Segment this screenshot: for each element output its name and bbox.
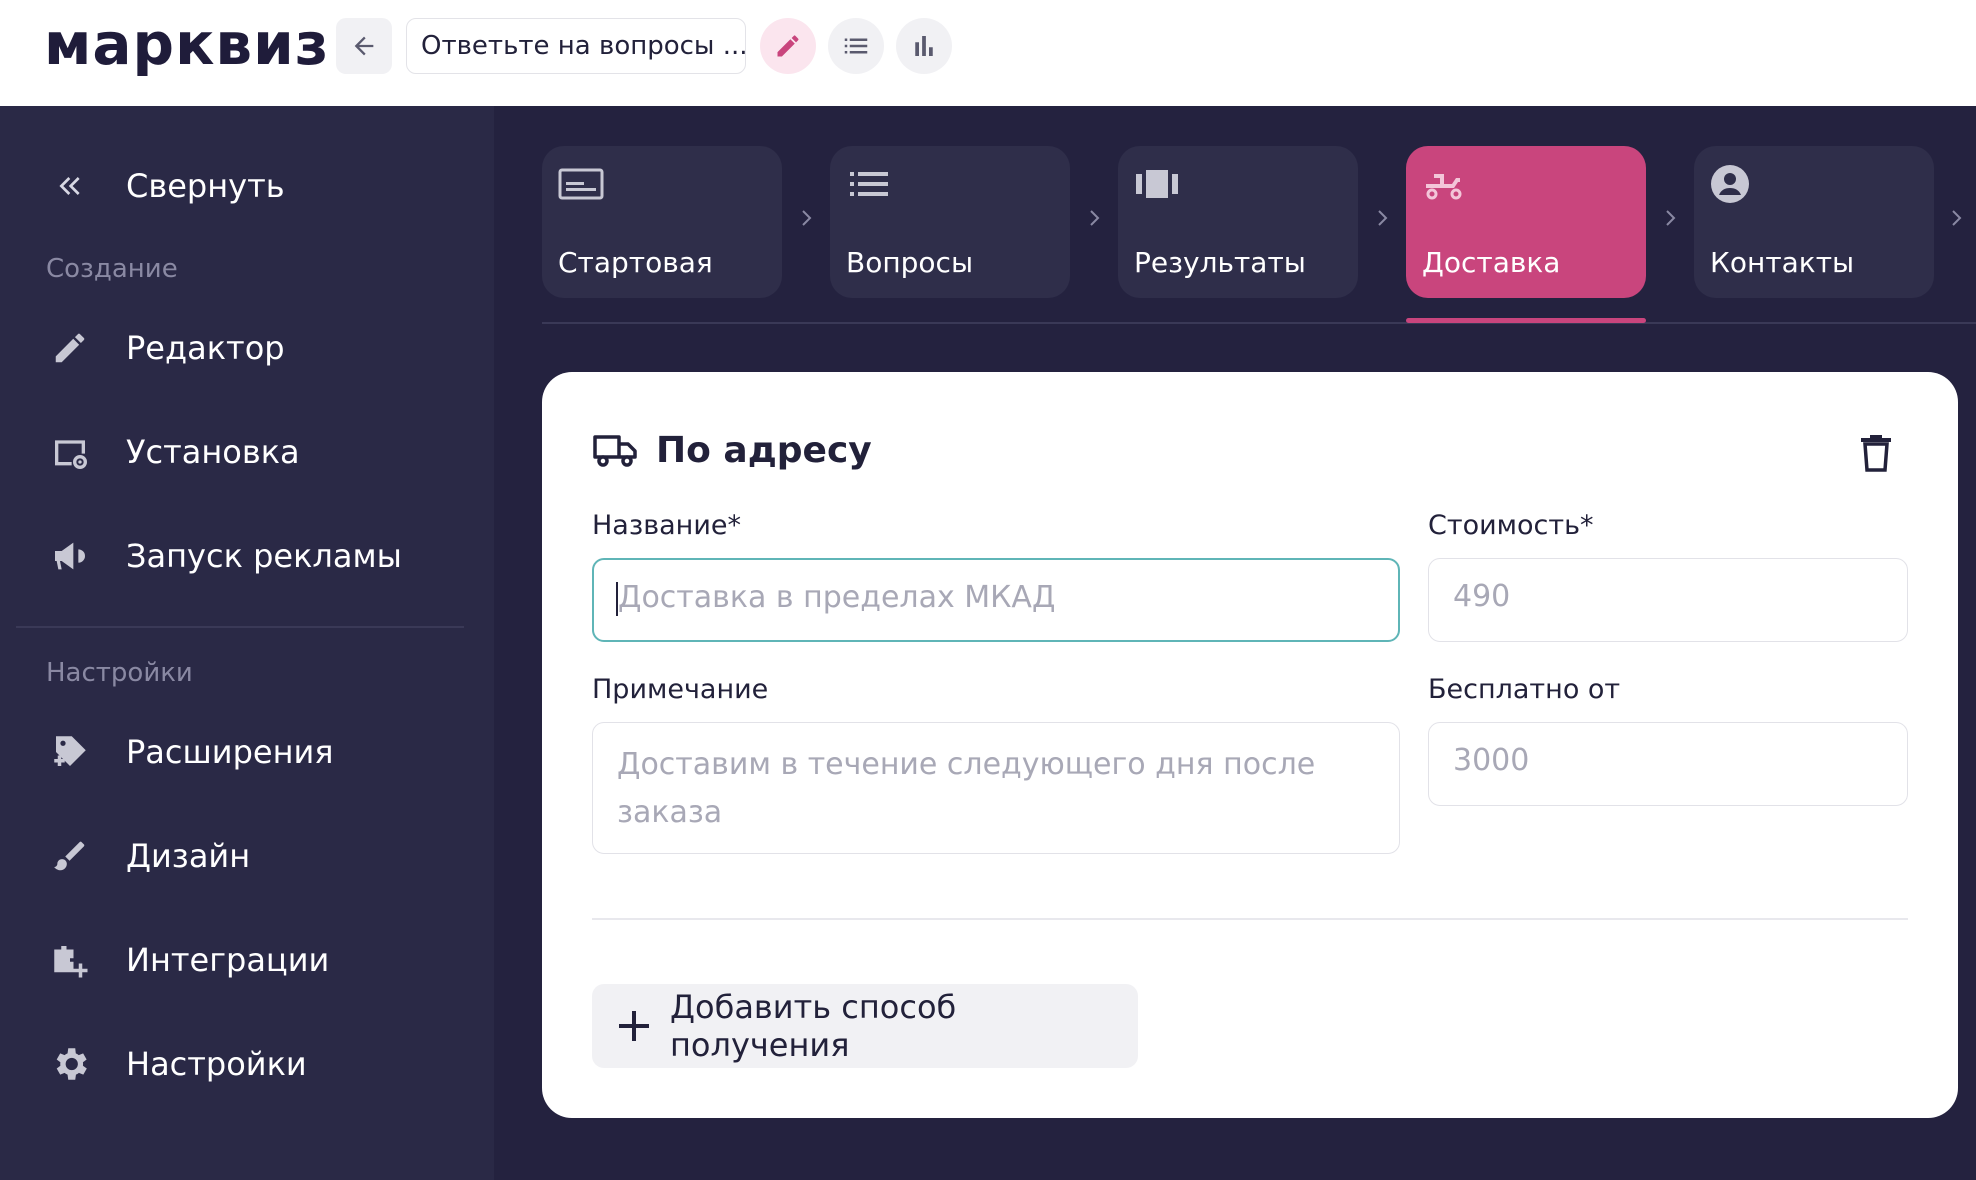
card-divider [592,918,1908,920]
sidebar: Свернуть Создание Редактор Установка Зап… [0,106,494,1180]
sidebar-collapse-label: Свернуть [126,167,285,205]
note-field-label: Примечание [592,674,769,705]
sidebar-item-ads[interactable]: Запуск рекламы [0,516,494,596]
delivery-method-card: По адресу Название* Доставка в пределах … [542,372,1958,1118]
logo[interactable]: марквиз [44,10,329,78]
tab-label: Доставка [1422,246,1561,279]
name-input[interactable]: Доставка в пределах МКАД [592,558,1400,642]
results-icon [1136,170,1178,198]
add-delivery-method-button[interactable]: Добавить способ получения [592,984,1138,1068]
chevron-right-icon [1378,210,1388,226]
double-chevron-left-icon [46,162,94,210]
delivery-icon [1426,174,1462,200]
truck-icon [593,435,637,467]
top-header: марквиз Ответьте на вопросы ... [0,0,1976,106]
add-delivery-method-label: Добавить способ получения [670,988,957,1064]
free-from-field-label: Бесплатно от [1428,674,1621,705]
megaphone-icon [46,532,94,580]
text-cursor [616,582,618,616]
sidebar-item-integrations[interactable]: Интеграции [0,920,494,1000]
chevron-right-icon [802,210,812,226]
sidebar-divider [16,626,464,628]
tab-label: Результаты [1134,246,1306,279]
active-tab-indicator [1406,318,1646,323]
back-button[interactable] [336,18,392,74]
sidebar-item-label: Установка [126,433,300,471]
tab-delivery[interactable]: Доставка [1406,146,1646,298]
sidebar-item-design[interactable]: Дизайн [0,816,494,896]
tab-questions[interactable]: Вопросы [830,146,1070,298]
sidebar-item-label: Запуск рекламы [126,537,402,575]
section-header-settings: Настройки [46,658,193,688]
chevron-right-icon [1952,210,1962,226]
delivery-method-title: По адресу [656,430,872,471]
puzzle-icon [46,728,94,776]
sidebar-item-extensions[interactable]: Расширения [0,712,494,792]
cost-field-label: Стоимость* [1428,510,1594,541]
sidebar-item-editor[interactable]: Редактор [0,308,494,388]
start-page-icon [558,168,604,200]
sidebar-item-label: Расширения [126,733,334,771]
sidebar-item-label: Дизайн [126,837,251,875]
cost-input[interactable]: 490 [1428,558,1908,642]
chevron-right-icon [1666,210,1676,226]
pencil-icon [777,35,799,57]
pencil-icon [46,324,94,372]
tab-label: Стартовая [558,246,713,279]
quiz-title-field[interactable]: Ответьте на вопросы ... [406,18,746,74]
section-header-create: Создание [46,254,178,284]
bar-chart-icon [915,36,933,56]
tab-label: Контакты [1710,246,1855,279]
sidebar-item-label: Редактор [126,329,285,367]
tab-label: Вопросы [846,246,974,279]
sidebar-item-label: Интеграции [126,941,330,979]
questions-list-icon [850,172,888,196]
sidebar-collapse-button[interactable]: Свернуть [0,146,494,226]
statistics-button[interactable] [896,18,952,74]
note-textarea[interactable]: Доставим в течение следующего дня после … [592,722,1400,854]
sidebar-item-settings[interactable]: Настройки [0,1024,494,1104]
tab-results[interactable]: Результаты [1118,146,1358,298]
tab-start[interactable]: Стартовая [542,146,782,298]
contacts-icon [1711,165,1749,203]
answers-list-button[interactable] [828,18,884,74]
list-icon [844,38,868,54]
free-from-input[interactable]: 3000 [1428,722,1908,806]
sidebar-item-label: Настройки [126,1045,307,1083]
edit-mode-button[interactable] [760,18,816,74]
tab-contacts[interactable]: Контакты [1694,146,1934,298]
chevron-right-icon [1090,210,1100,226]
install-icon [46,428,94,476]
name-field-label: Название* [592,510,741,541]
integrations-icon [46,936,94,984]
tabs-baseline [542,322,1976,324]
plus-icon [619,1011,649,1041]
arrow-left-icon [354,36,374,56]
sidebar-item-install[interactable]: Установка [0,412,494,492]
brush-icon [46,832,94,880]
gear-icon [46,1040,94,1088]
trash-icon[interactable] [1858,432,1894,472]
